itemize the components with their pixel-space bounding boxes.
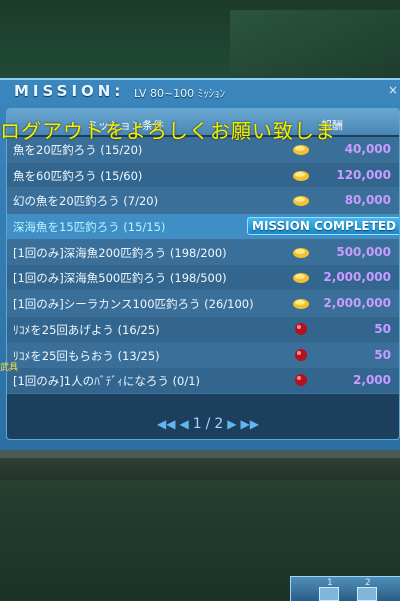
hotbar: 1 2	[290, 576, 400, 601]
chat-overlay-message: ログアウトをよろしくお願い致しま	[0, 119, 336, 143]
mission-rows: 魚を20匹釣ろう (15/20) 40,000 魚を60匹釣ろう (15/60)…	[7, 137, 399, 394]
mission-reward: 2,000	[353, 373, 391, 388]
mission-condition: 魚を20匹釣ろう (15/20)	[13, 143, 143, 157]
pagination: ◀◀ ◀ 1 / 2 ▶ ▶▶	[157, 414, 277, 434]
gold-coin-icon	[293, 273, 309, 284]
red-gem-icon	[295, 374, 307, 387]
hotbar-slot-1[interactable]	[319, 587, 339, 601]
prev-page-button[interactable]: ◀	[179, 417, 188, 431]
mission-reward: 50	[374, 347, 391, 362]
mission-reward: 50	[374, 321, 391, 336]
mission-row[interactable]: [1回のみ]深海魚200匹釣ろう (198/200) 500,000	[7, 239, 399, 266]
mission-condition: 魚を60匹釣ろう (15/60)	[13, 168, 143, 183]
red-gem-icon	[295, 348, 307, 361]
mission-reward: 2,000,000	[323, 270, 391, 285]
hotbar-slot-2[interactable]	[357, 587, 377, 601]
mission-reward: 120,000	[336, 167, 391, 182]
mission-condition: 深海魚を15匹釣ろう (15/15)	[13, 220, 166, 235]
window-title: MISSION:	[14, 82, 125, 100]
mission-reward: 40,000	[344, 142, 391, 156]
mission-row[interactable]: 魚を60匹釣ろう (15/60) 120,000	[7, 162, 399, 189]
mission-row-completed[interactable]: 深海魚を15匹釣ろう (15/15) MISSION COMPLETED	[7, 214, 399, 240]
mission-condition: [1回のみ]1人のﾊﾞﾃﾞｨになろう (0/1)	[13, 374, 200, 389]
last-page-button[interactable]: ▶▶	[241, 417, 259, 431]
gold-coin-icon	[293, 299, 309, 310]
mission-condition: 幻の魚を20匹釣ろう (7/20)	[13, 194, 159, 209]
total-pages: 2	[214, 416, 224, 432]
window-subtitle: LV 80~100 ﾐｯｼｮﾝ	[134, 87, 226, 100]
mission-row[interactable]: [1回のみ]シーラカンス100匹釣ろう (26/100) 2,000,000	[7, 291, 399, 317]
mission-completed-badge: MISSION COMPLETED	[247, 217, 399, 236]
mission-list-panel: ミッション条件 報酬 魚を20匹釣ろう (15/20) 40,000 魚を60匹…	[6, 108, 400, 440]
gold-coin-icon	[293, 196, 309, 207]
mission-condition: ﾘｺﾒを25回あげよう (16/25)	[13, 322, 160, 337]
gold-coin-icon	[293, 145, 309, 155]
mission-condition: ﾘｺﾒを25回もらおう (13/25)	[13, 348, 160, 363]
page-separator: /	[205, 416, 211, 432]
mission-row[interactable]: ﾘｺﾒを25回もらおう (13/25) 50	[7, 342, 399, 369]
first-page-button[interactable]: ◀◀	[157, 417, 175, 431]
mission-row[interactable]: [1回のみ]1人のﾊﾞﾃﾞｨになろう (0/1) 2,000	[7, 368, 399, 394]
side-label: 武具	[0, 363, 19, 373]
mission-reward: 80,000	[344, 193, 391, 208]
mission-row[interactable]: [1回のみ]深海魚500匹釣ろう (198/500) 2,000,000	[7, 265, 399, 292]
red-gem-icon	[295, 322, 307, 335]
mission-row[interactable]: 幻の魚を20匹釣ろう (7/20) 80,000	[7, 188, 399, 215]
title-bar[interactable]: MISSION: LV 80~100 ﾐｯｼｮﾝ ×	[0, 80, 400, 104]
next-page-button[interactable]: ▶	[227, 417, 236, 431]
mission-condition: [1回のみ]シーラカンス100匹釣ろう (26/100)	[13, 297, 254, 312]
mission-reward: 2,000,000	[323, 296, 391, 311]
close-button[interactable]: ×	[388, 83, 398, 97]
mission-reward: 500,000	[336, 244, 391, 259]
mission-row[interactable]: ﾘｺﾒを25回あげよう (16/25) 50	[7, 316, 399, 343]
gold-coin-icon	[293, 170, 309, 181]
gold-coin-icon	[293, 247, 309, 258]
game-scene-top	[0, 0, 400, 85]
current-page: 1	[192, 416, 202, 432]
mission-condition: [1回のみ]深海魚200匹釣ろう (198/200)	[13, 245, 227, 260]
mission-condition: [1回のみ]深海魚500匹釣ろう (198/500)	[13, 271, 227, 286]
